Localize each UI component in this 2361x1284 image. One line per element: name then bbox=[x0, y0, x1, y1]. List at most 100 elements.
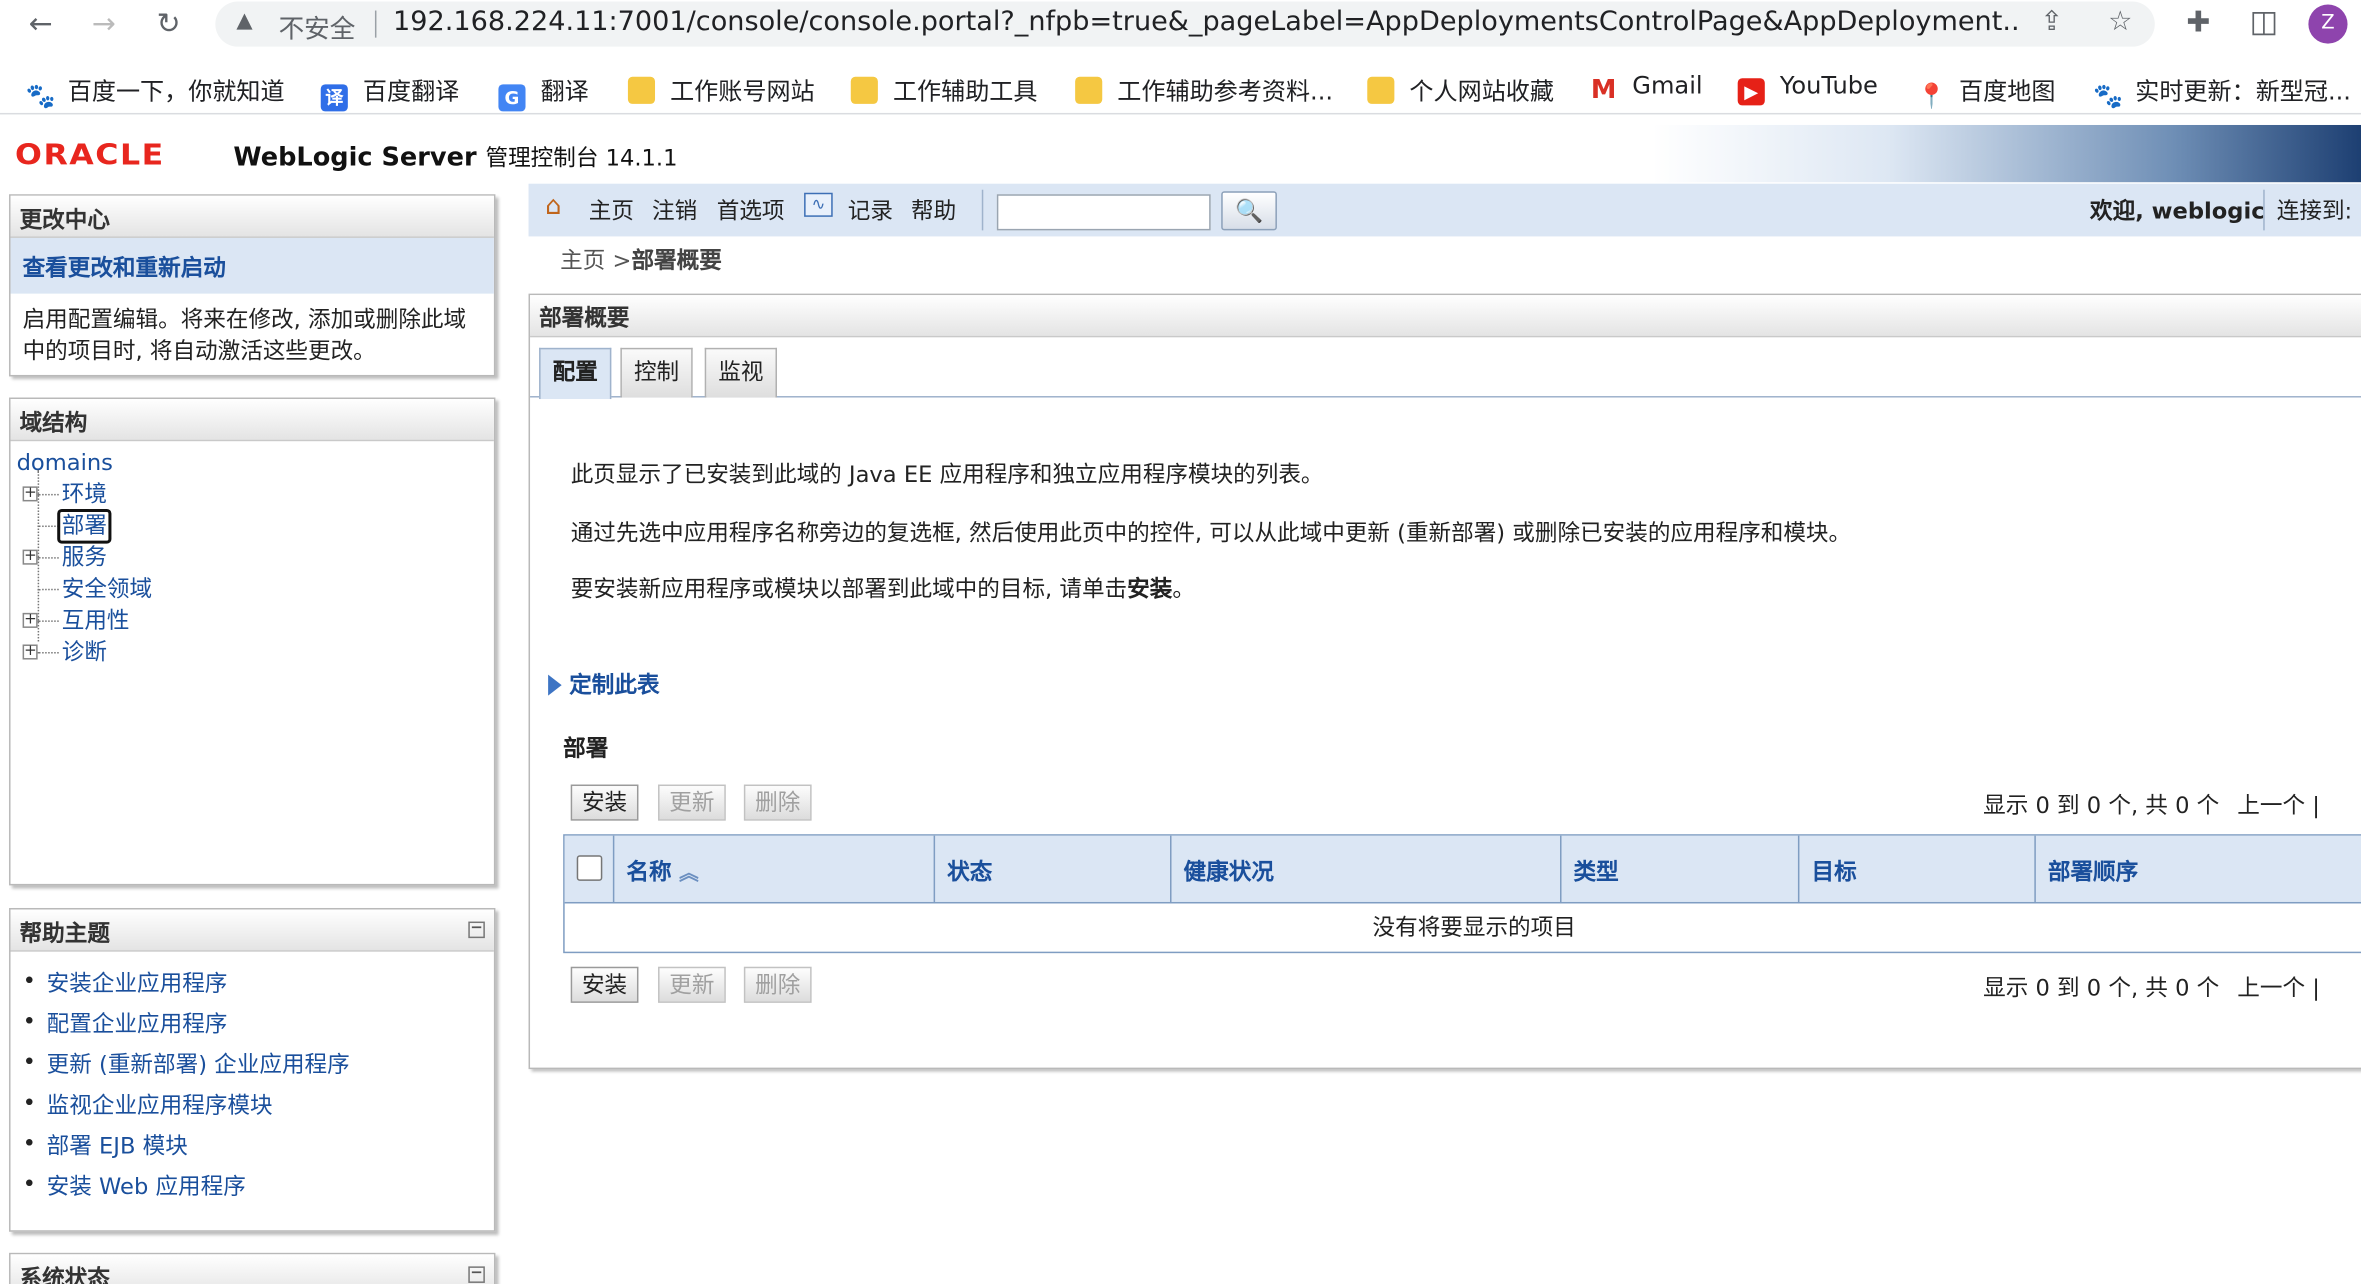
help-topic-item: 更新 (重新部署) 企业应用程序 bbox=[20, 1048, 494, 1089]
breadcrumb-home[interactable]: 主页 bbox=[560, 247, 605, 274]
expand-plus-icon[interactable]: + bbox=[22, 644, 38, 660]
tree-connector bbox=[37, 620, 59, 622]
home-icon[interactable]: ⌂ bbox=[545, 191, 561, 221]
collapse-minus-icon[interactable]: − bbox=[468, 921, 485, 939]
weblogic-header: ORACLE WebLogic Server 管理控制台 14.1.1 bbox=[0, 124, 2361, 183]
bookmark-realtime-news[interactable]: 🐾 实时更新：新型冠... bbox=[2093, 71, 2351, 110]
tree-label[interactable]: 部署 bbox=[57, 508, 112, 544]
share-icon[interactable]: ⇪ bbox=[2040, 6, 2063, 38]
bookmark-folder-work-refs[interactable]: 工作辅助参考资料... bbox=[1075, 71, 1334, 106]
change-center-panel: 更改中心 查看更改和重新启动 启用配置编辑。将来在修改, 添加或删除此域中的项目… bbox=[9, 194, 496, 377]
tab-configuration[interactable]: 配置 bbox=[539, 347, 612, 400]
tree-label[interactable]: 安全领域 bbox=[62, 574, 152, 606]
product-title: WebLogic Server 管理控制台 14.1.1 bbox=[233, 142, 678, 173]
tree-label[interactable]: 诊断 bbox=[62, 637, 107, 669]
tree-item-interoperability: + 互用性 bbox=[17, 605, 494, 637]
expand-plus-icon[interactable]: + bbox=[22, 612, 38, 628]
address-bar[interactable]: ▲ 不安全 192.168.224.11:7001/console/consol… bbox=[215, 1, 2155, 47]
select-all-cell bbox=[565, 835, 615, 904]
tree-label[interactable]: 环境 bbox=[62, 479, 107, 511]
insecure-label[interactable]: 不安全 bbox=[279, 8, 356, 46]
pager-previous-link[interactable]: 上一个 | bbox=[2237, 792, 2320, 819]
view-changes-link[interactable]: 查看更改和重新启动 bbox=[10, 237, 494, 294]
youtube-icon: ▶ bbox=[1737, 78, 1765, 106]
tree-label[interactable]: 互用性 bbox=[62, 605, 130, 637]
column-header-deployment-order[interactable]: 部署顺序 bbox=[2036, 836, 2361, 904]
help-topic-link[interactable]: 更新 (重新部署) 企业应用程序 bbox=[47, 1051, 350, 1078]
column-header-type[interactable]: 类型 bbox=[1562, 835, 1800, 904]
bookmark-label: 工作辅助参考资料... bbox=[1117, 76, 1334, 106]
tree-label[interactable]: 服务 bbox=[62, 542, 107, 574]
back-arrow-icon[interactable]: ← bbox=[21, 6, 60, 42]
toolbar-search-input[interactable] bbox=[996, 194, 1211, 231]
tab-monitoring[interactable]: 监视 bbox=[704, 347, 778, 398]
product-subtitle: 管理控制台 14.1.1 bbox=[485, 144, 678, 172]
profile-avatar[interactable]: Z bbox=[2308, 4, 2348, 44]
bookmark-baidu-map[interactable]: 📍 百度地图 bbox=[1916, 71, 2055, 110]
install-button[interactable]: 安装 bbox=[570, 966, 639, 1003]
bookmark-baidu[interactable]: 🐾 百度一下，你就知道 bbox=[25, 71, 285, 110]
toolbar-preferences[interactable]: 首选项 bbox=[717, 194, 785, 226]
tab-control[interactable]: 控制 bbox=[620, 347, 693, 398]
help-topic-item: 配置企业应用程序 bbox=[20, 1007, 494, 1048]
bookmark-label: YouTube bbox=[1779, 70, 1878, 100]
expand-plus-icon[interactable]: + bbox=[22, 486, 38, 502]
url-text[interactable]: 192.168.224.11:7001/console/console.port… bbox=[393, 6, 2019, 38]
browser-toolbar: ← → ↻ ▲ 不安全 192.168.224.11:7001/console/… bbox=[0, 0, 2361, 52]
column-header-targets[interactable]: 目标 bbox=[1799, 835, 2036, 904]
delete-button[interactable]: 删除 bbox=[743, 784, 812, 821]
select-all-checkbox[interactable] bbox=[576, 855, 603, 881]
help-topic-link[interactable]: 配置企业应用程序 bbox=[47, 1010, 228, 1037]
bookmark-folder-work-tools[interactable]: 工作辅助工具 bbox=[850, 71, 1038, 105]
pager-previous-link[interactable]: 上一个 | bbox=[2237, 974, 2320, 1001]
tree-connector bbox=[37, 525, 59, 528]
help-topic-item: 安装 Web 应用程序 bbox=[20, 1170, 494, 1211]
bookmark-folder-work-accounts[interactable]: 工作账号网站 bbox=[627, 71, 815, 105]
install-button[interactable]: 安装 bbox=[570, 784, 639, 821]
record-chart-icon[interactable]: ∿ bbox=[804, 192, 833, 217]
help-topic-link[interactable]: 安装 Web 应用程序 bbox=[47, 1173, 246, 1200]
update-button[interactable]: 更新 bbox=[658, 966, 726, 1003]
forward-arrow-icon[interactable]: → bbox=[84, 6, 123, 42]
help-topic-link[interactable]: 部署 EJB 模块 bbox=[47, 1132, 188, 1159]
column-header-name[interactable]: 名称 ︽ bbox=[614, 835, 936, 904]
help-topics-title-text: 帮助主题 bbox=[19, 920, 110, 948]
toolbar-logout[interactable]: 注销 bbox=[652, 194, 697, 226]
column-header-state[interactable]: 状态 bbox=[935, 835, 1172, 904]
folder-icon bbox=[627, 76, 656, 104]
side-panel-icon[interactable]: ◫ bbox=[2250, 3, 2278, 39]
update-button[interactable]: 更新 bbox=[658, 784, 726, 821]
extensions-puzzle-icon[interactable]: ✚ bbox=[2186, 6, 2210, 39]
help-topic-link[interactable]: 监视企业应用程序模块 bbox=[47, 1092, 273, 1119]
customize-table-link[interactable]: 定制此表 bbox=[548, 669, 660, 701]
tree-root-domains[interactable]: domains bbox=[17, 447, 494, 479]
baidu-translate-icon: 译 bbox=[320, 84, 348, 112]
collapse-minus-icon[interactable]: − bbox=[468, 1266, 485, 1283]
bookmark-gmail[interactable]: M Gmail bbox=[1590, 71, 1703, 104]
delete-button[interactable]: 删除 bbox=[743, 966, 812, 1003]
domain-structure-title: 域结构 bbox=[10, 399, 494, 442]
reload-icon[interactable]: ↻ bbox=[149, 6, 188, 42]
toolbar-record[interactable]: 记录 bbox=[848, 194, 893, 226]
breadcrumb-separator: > bbox=[605, 246, 632, 275]
column-header-health[interactable]: 健康状况 bbox=[1172, 835, 1562, 904]
bookmark-folder-personal[interactable]: 个人网站收藏 bbox=[1367, 71, 1554, 105]
domain-structure-panel: 域结构 domains + 环境 部署 + 服务 安全领域 + 互用性 + 诊断 bbox=[9, 397, 496, 886]
bookmark-baidu-translate[interactable]: 译百度翻译 bbox=[320, 71, 459, 112]
tree-item-services: + 服务 bbox=[17, 542, 494, 574]
bookmark-star-icon[interactable]: ☆ bbox=[2108, 6, 2132, 38]
expand-plus-icon[interactable]: + bbox=[22, 549, 38, 565]
omnibox-divider bbox=[374, 10, 377, 38]
google-translate-icon: G bbox=[498, 84, 526, 112]
table-header: 名称 ︽ 状态 健康状况 类型 目标 部署顺序 bbox=[564, 835, 2361, 904]
search-button[interactable]: 🔍 bbox=[1221, 191, 1277, 231]
pager-top: 显示 0 到 0 个, 共 0 个上一个 | bbox=[1983, 789, 2320, 821]
warning-triangle-icon[interactable]: ▲ bbox=[236, 9, 252, 33]
toolbar-help[interactable]: 帮助 bbox=[911, 194, 956, 226]
search-icon: 🔍 bbox=[1234, 197, 1264, 225]
toolbar-home[interactable]: 主页 bbox=[589, 194, 634, 226]
bookmark-youtube[interactable]: ▶ YouTube bbox=[1737, 70, 1878, 106]
help-topic-link[interactable]: 安装企业应用程序 bbox=[47, 970, 228, 997]
sort-ascending-icon[interactable]: ︽ bbox=[679, 863, 699, 886]
bookmark-google-translate[interactable]: G 翻译 bbox=[498, 71, 589, 112]
